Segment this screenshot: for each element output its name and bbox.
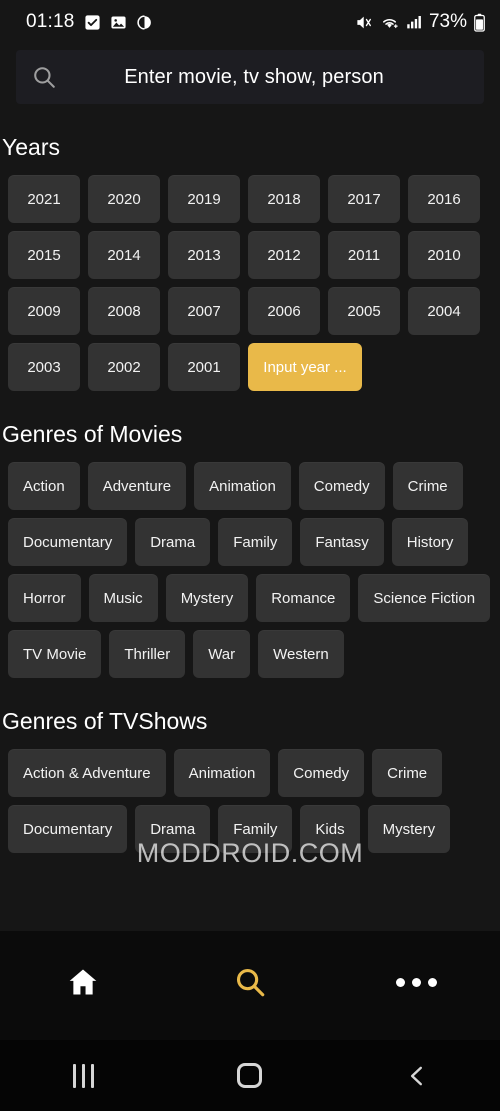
movie-genre-chip-drama[interactable]: Drama [135, 518, 211, 566]
wifi-icon [380, 13, 399, 32]
year-chip-2019[interactable]: 2019 [168, 175, 240, 223]
movie-genre-chip-science-fiction[interactable]: Science Fiction [358, 574, 491, 622]
recents-icon [72, 1063, 94, 1088]
cellular-signal-icon [405, 13, 423, 31]
system-recents-button[interactable] [38, 1056, 128, 1096]
movie-genre-chip-thriller[interactable]: Thriller [109, 630, 186, 678]
tv-genres-chip-list: Action & Adventure Animation Comedy Crime Do… [8, 749, 492, 853]
bottom-navigation-bar [0, 931, 500, 1040]
checkbox-checked-icon [84, 14, 101, 31]
tv-genre-chip-animation[interactable]: Animation [173, 749, 271, 797]
year-chip-2016[interactable]: 2016 [408, 175, 480, 223]
tv-genres-section: Genres of TVShows Action & Adventure Anim… [0, 678, 500, 853]
search-icon [233, 965, 267, 999]
movie-genre-chip-crime[interactable]: Crime [392, 462, 463, 510]
search-icon [30, 63, 58, 91]
year-chip-2008[interactable]: 2008 [88, 287, 160, 335]
app-root: 01:18 73% Enter movie, tv show, person Y… [0, 0, 500, 1111]
status-bar: 01:18 73% [0, 0, 500, 44]
year-chip-2007[interactable]: 2007 [168, 287, 240, 335]
movie-genre-chip-western[interactable]: Western [258, 630, 344, 678]
year-chip-2011[interactable]: 2011 [328, 231, 400, 279]
year-chip-2004[interactable]: 2004 [408, 287, 480, 335]
movie-genre-chip-music[interactable]: Music [88, 574, 158, 622]
movie-genre-chip-animation[interactable]: Animation [194, 462, 291, 510]
tv-genre-chip-kids[interactable]: Kids [300, 805, 360, 853]
status-bar-right: 73% [355, 11, 486, 33]
system-home-button[interactable] [205, 1056, 295, 1096]
movie-genre-chip-horror[interactable]: Horror [8, 574, 81, 622]
year-chip-2003[interactable]: 2003 [8, 343, 80, 391]
search-input[interactable]: Enter movie, tv show, person [58, 66, 470, 89]
movie-genre-chip-comedy[interactable]: Comedy [298, 462, 385, 510]
movie-genre-chip-mystery[interactable]: Mystery [165, 574, 249, 622]
year-chip-2006[interactable]: 2006 [248, 287, 320, 335]
movie-genres-chip-list: Action Adventure Animation Comedy Crime Docum… [8, 462, 492, 678]
status-bar-left: 01:18 [26, 11, 153, 33]
movie-genre-chip-documentary[interactable]: Documentary [8, 518, 128, 566]
years-section-title: Years [2, 134, 60, 160]
movie-genre-chip-family[interactable]: Family [218, 518, 293, 566]
more-horizontal-icon [396, 977, 438, 987]
year-chip-2021[interactable]: 2021 [8, 175, 80, 223]
movie-genre-chip-action[interactable]: Action [8, 462, 80, 510]
year-chip-2002[interactable]: 2002 [88, 343, 160, 391]
year-chip-2010[interactable]: 2010 [408, 231, 480, 279]
home-icon [66, 965, 100, 999]
dnd-icon [136, 14, 153, 31]
battery-percent-label: 73% [428, 11, 467, 32]
year-chip-2018[interactable]: 2018 [248, 175, 320, 223]
tv-genre-chip-crime[interactable]: Crime [372, 749, 443, 797]
movie-genres-section: Genres of Movies Action Adventure Animatio… [0, 391, 500, 678]
mute-vibrate-icon [355, 13, 374, 32]
movie-genre-chip-history[interactable]: History [391, 518, 469, 566]
movie-genre-chip-fantasy[interactable]: Fantasy [300, 518, 384, 566]
input-year-button[interactable]: Input year ... [248, 343, 362, 391]
year-chip-2020[interactable]: 2020 [88, 175, 160, 223]
movie-genre-chip-tv-movie[interactable]: TV Movie [8, 630, 102, 678]
year-chip-2012[interactable]: 2012 [248, 231, 320, 279]
home-square-icon [237, 1063, 263, 1088]
year-chip-2017[interactable]: 2017 [328, 175, 400, 223]
battery-icon [473, 13, 486, 32]
tv-genre-chip-drama[interactable]: Drama [135, 805, 211, 853]
tv-genre-chip-mystery[interactable]: Mystery [367, 805, 451, 853]
movie-genre-chip-war[interactable]: War [193, 630, 251, 678]
search-section: Enter movie, tv show, person [0, 44, 500, 104]
status-bar-clock: 01:18 [26, 11, 75, 32]
years-chip-list: 2021 2020 2019 2018 2017 2016 2015 2014 2013 2012… [8, 175, 492, 391]
year-chip-2001[interactable]: 2001 [168, 343, 240, 391]
search-bar[interactable]: Enter movie, tv show, person [16, 50, 484, 104]
photo-icon [110, 14, 127, 31]
tv-genre-chip-documentary[interactable]: Documentary [8, 805, 128, 853]
back-chevron-icon [404, 1063, 430, 1089]
year-chip-2015[interactable]: 2015 [8, 231, 80, 279]
nav-item-search[interactable] [202, 959, 298, 1005]
system-back-button[interactable] [372, 1056, 462, 1096]
movie-genre-chip-adventure[interactable]: Adventure [87, 462, 187, 510]
year-chip-2005[interactable]: 2005 [328, 287, 400, 335]
nav-item-home[interactable] [35, 959, 131, 1005]
year-chip-2013[interactable]: 2013 [168, 231, 240, 279]
tv-genres-section-title: Genres of TVShows [2, 708, 208, 734]
system-navigation-bar [0, 1040, 500, 1111]
year-chip-2009[interactable]: 2009 [8, 287, 80, 335]
tv-genre-chip-action-adventure[interactable]: Action & Adventure [8, 749, 166, 797]
nav-item-more[interactable] [369, 959, 465, 1005]
tv-genre-chip-family[interactable]: Family [218, 805, 293, 853]
movie-genres-section-title: Genres of Movies [2, 421, 183, 447]
year-chip-2014[interactable]: 2014 [88, 231, 160, 279]
movie-genre-chip-romance[interactable]: Romance [256, 574, 351, 622]
tv-genre-chip-comedy[interactable]: Comedy [278, 749, 365, 797]
years-section: Years 2021 2020 2019 2018 2017 2016 2015 2014 20… [0, 104, 500, 391]
